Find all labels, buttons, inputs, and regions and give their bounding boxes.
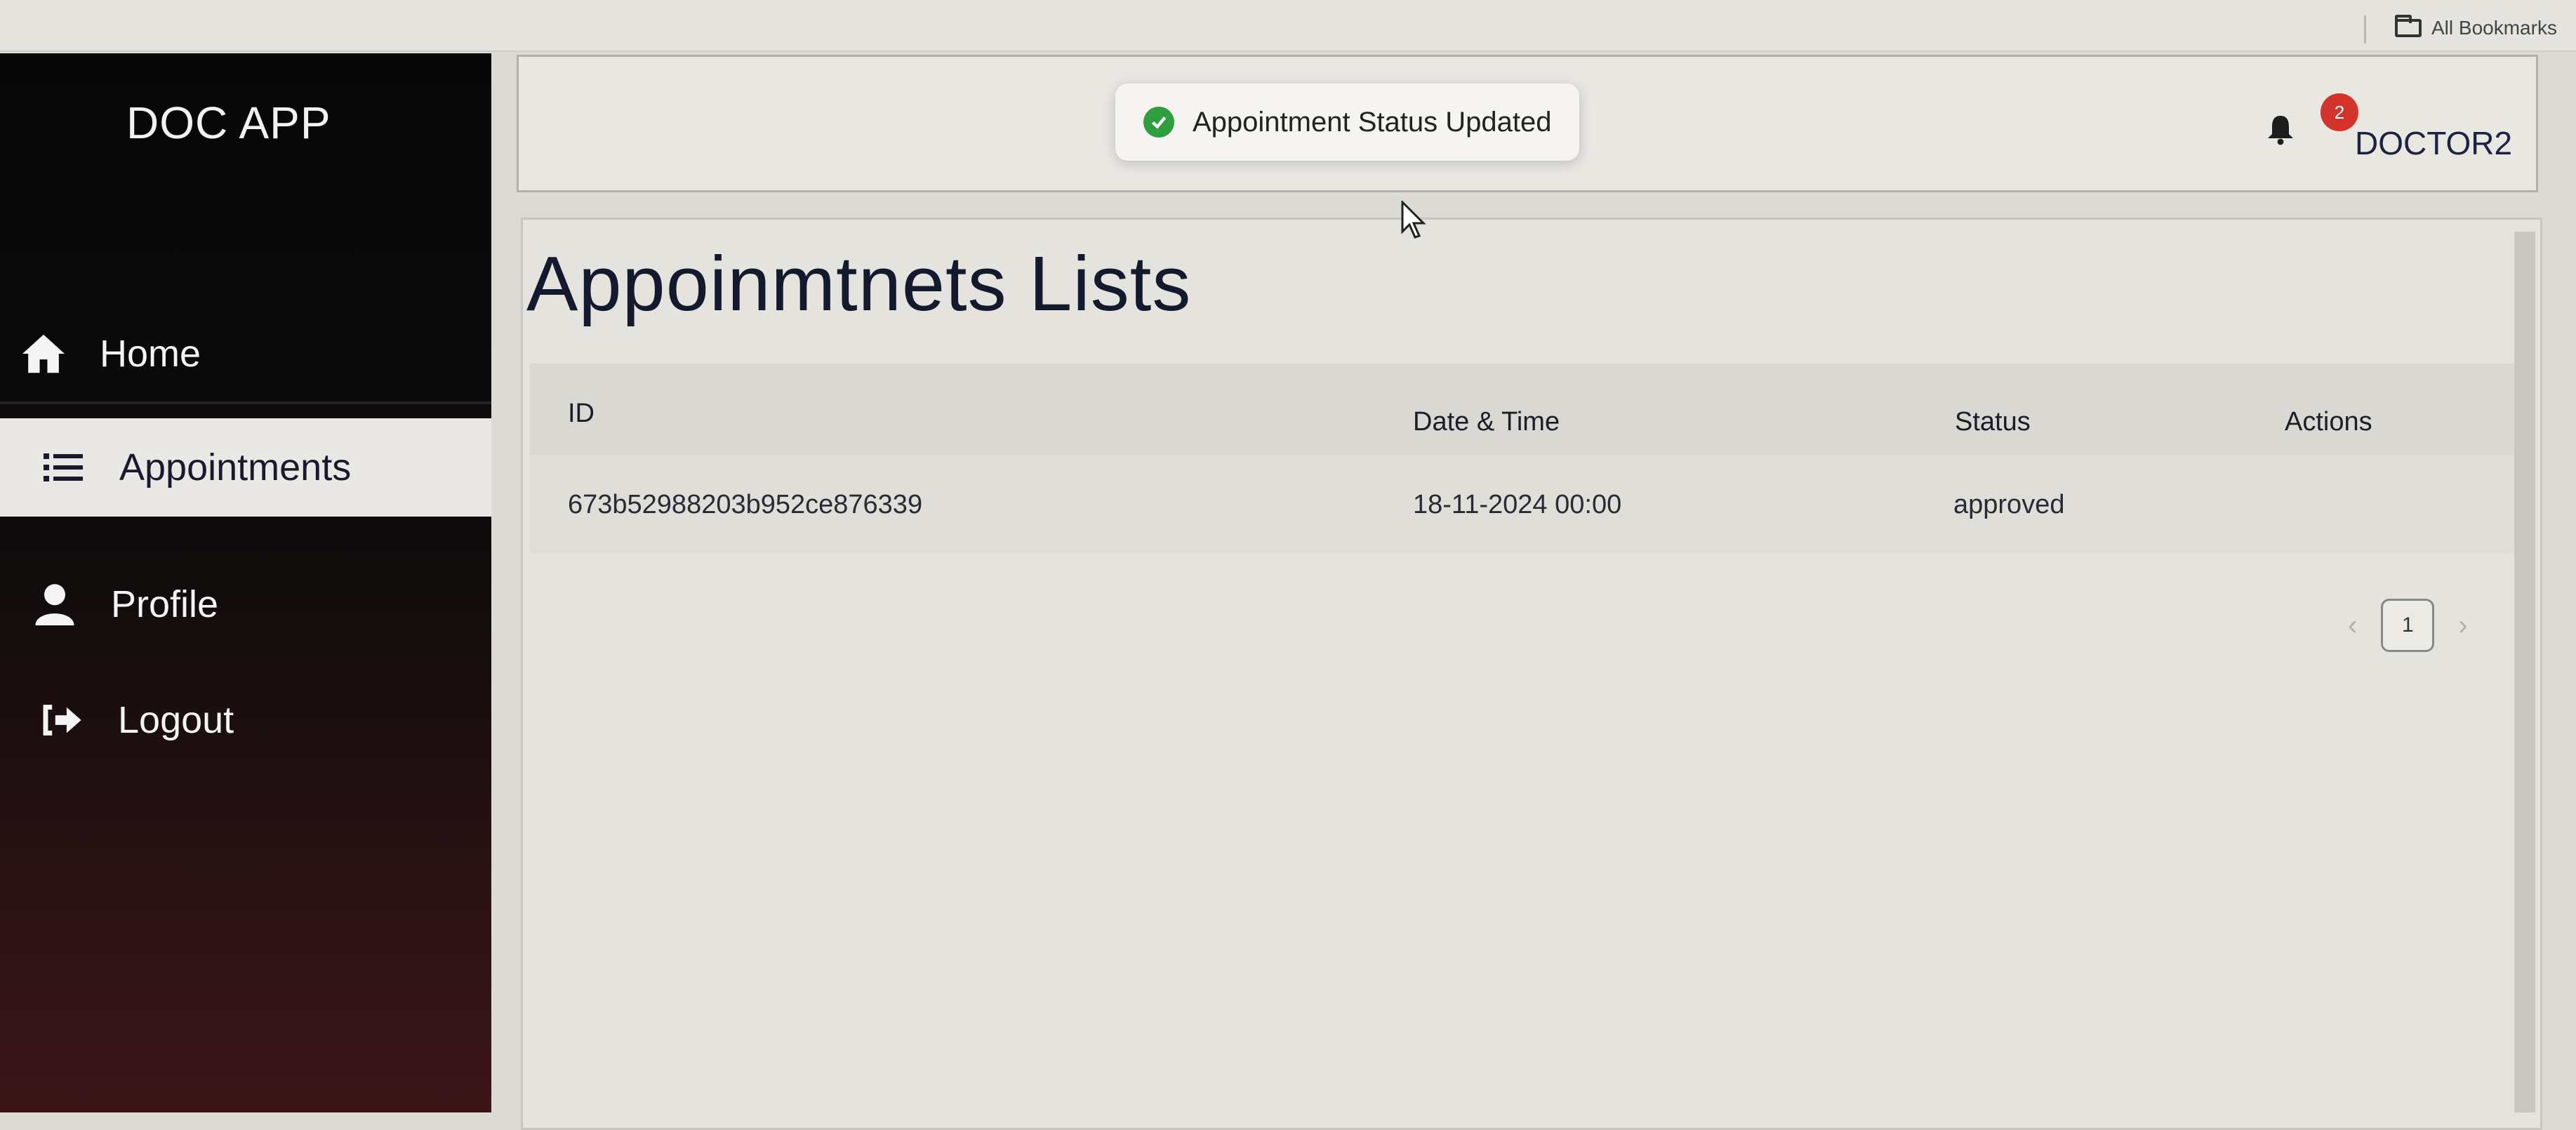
pagination-next-button[interactable]: ›	[2458, 610, 2467, 642]
sidebar-item-label: Logout	[118, 699, 234, 741]
pagination-prev-button[interactable]: ‹	[2348, 610, 2357, 642]
status-toast: Appointment Status Updated	[1115, 84, 1580, 161]
appointment-status: approved	[1953, 490, 2065, 519]
user-icon	[27, 576, 83, 632]
check-circle-icon	[1143, 107, 1174, 138]
pagination-page-button[interactable]: 1	[2381, 599, 2435, 652]
sidebar-item-label: Appointments	[119, 446, 352, 488]
scrollbar[interactable]	[2514, 232, 2535, 1112]
page-title: Appoinmtnets Lists	[526, 241, 1192, 327]
sidebar-item-home[interactable]: Home	[0, 306, 491, 404]
logout-icon	[34, 692, 90, 748]
sidebar-item-logout[interactable]: Logout	[0, 671, 491, 769]
user-name[interactable]: DOCTOR2	[2355, 124, 2512, 162]
top-header: Appointment Status Updated 2 DOCTOR2	[517, 55, 2538, 192]
toast-message: Appointment Status Updated	[1193, 106, 1552, 138]
column-header-actions: Actions	[2285, 407, 2372, 437]
column-header-datetime: Date & Time	[1413, 407, 1560, 437]
browser-bar: All Bookmarks	[0, 0, 2576, 52]
notification-badge[interactable]: 2	[2321, 93, 2358, 131]
sidebar-item-label: Profile	[111, 583, 219, 625]
pagination: ‹ 1 ›	[2348, 599, 2468, 652]
sidebar-item-appointments[interactable]: Appointments	[0, 418, 491, 517]
sidebar-item-profile[interactable]: Profile	[0, 555, 491, 653]
bell-icon[interactable]	[2266, 114, 2295, 149]
sidebar-item-label: Home	[100, 333, 201, 375]
table-header: ID Date & Time Status Actions	[530, 364, 2530, 455]
appointment-datetime: 18-11-2024 00:00	[1413, 490, 1622, 519]
appointment-id: 673b52988203b952ce876339	[568, 490, 923, 519]
column-header-status: Status	[1955, 407, 2031, 437]
sidebar: DOC APP Home Appointments Profile Logout	[0, 53, 491, 1112]
main-content: Appoinmtnets Lists ID Date & Time Status…	[521, 218, 2542, 1130]
brand-title: DOC APP	[126, 98, 331, 148]
folder-icon	[2395, 15, 2422, 37]
home-icon	[15, 326, 72, 382]
table-row[interactable]: 673b52988203b952ce876339 18-11-2024 00:0…	[530, 455, 2530, 553]
mouse-cursor-icon	[1401, 201, 1426, 239]
column-header-id: ID	[568, 399, 595, 428]
toolbar-divider	[2364, 15, 2366, 44]
list-icon	[35, 439, 91, 496]
all-bookmarks-label: All Bookmarks	[2431, 17, 2557, 39]
all-bookmarks-button[interactable]: All Bookmarks	[2395, 15, 2557, 39]
